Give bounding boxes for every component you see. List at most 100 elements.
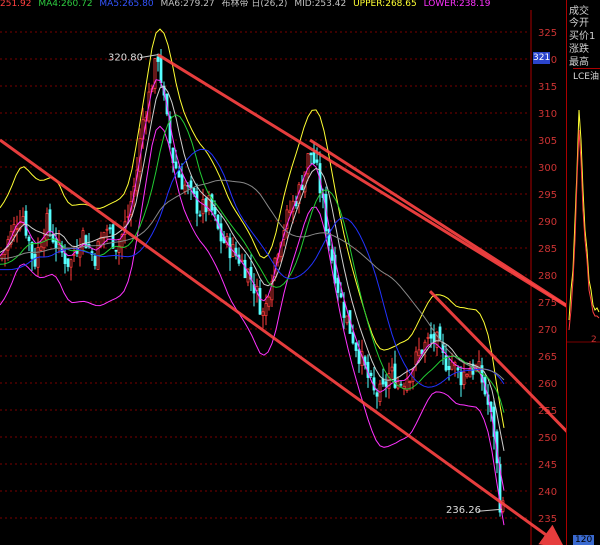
indicator-0: 251.92 bbox=[0, 0, 32, 9]
candle-body bbox=[267, 296, 271, 307]
candle-body bbox=[414, 351, 418, 365]
y-tick-label: 310 bbox=[538, 109, 557, 120]
annotation-high-label: 320.80 bbox=[108, 53, 143, 64]
candle-body bbox=[354, 342, 358, 351]
annotation-low-label: 236.26 bbox=[446, 505, 481, 516]
candle-body bbox=[342, 301, 346, 318]
candle-body bbox=[306, 153, 310, 175]
candle-body bbox=[189, 180, 193, 188]
candle-body bbox=[198, 214, 202, 217]
candle-body bbox=[447, 365, 451, 371]
candle-body bbox=[375, 392, 379, 397]
candle-body bbox=[69, 259, 73, 268]
candle-body bbox=[48, 209, 52, 232]
candle-body bbox=[351, 332, 355, 344]
candle-body bbox=[195, 191, 199, 214]
candle-body bbox=[159, 56, 163, 84]
y-tick-label: 305 bbox=[538, 136, 557, 147]
candle-body bbox=[384, 381, 388, 387]
candle-body bbox=[21, 216, 25, 223]
y-tick-label: 235 bbox=[538, 514, 557, 525]
candle-body bbox=[264, 303, 268, 317]
candle-body bbox=[369, 372, 373, 376]
candle-body bbox=[408, 381, 412, 383]
candle-body bbox=[183, 184, 187, 192]
candle-body bbox=[63, 252, 67, 265]
candle-body bbox=[339, 293, 343, 298]
candle-body bbox=[330, 249, 334, 261]
y-tick-label: 245 bbox=[538, 460, 557, 471]
y-tick-label: 285 bbox=[538, 244, 557, 255]
mini-chart-tick: 2 bbox=[591, 335, 597, 345]
indicator-mid: MID:253.42 bbox=[294, 0, 347, 9]
candle-body bbox=[450, 361, 454, 370]
candle-body bbox=[180, 174, 184, 190]
y-tick-label: 280 bbox=[538, 271, 557, 282]
candle-body bbox=[432, 333, 436, 343]
candle-body bbox=[201, 199, 205, 215]
quote-side-panel: 成交 今开 买价1 涨跌 最高 LCE油 2 120 bbox=[566, 0, 600, 545]
indicator-lower: LOWER:238.19 bbox=[423, 0, 491, 9]
candle-body bbox=[336, 277, 340, 293]
candle-body bbox=[93, 255, 97, 266]
candle-body bbox=[456, 367, 460, 371]
candle-body bbox=[114, 249, 118, 252]
ma4-line bbox=[0, 114, 505, 413]
y-tick-label: 295 bbox=[538, 190, 557, 201]
candle-body bbox=[111, 224, 115, 249]
y-tick-label: 325 bbox=[538, 28, 557, 39]
candle-body bbox=[399, 383, 403, 386]
candle-body bbox=[108, 227, 112, 230]
candle-body bbox=[45, 213, 49, 241]
y-tick-label: 250 bbox=[538, 433, 557, 444]
trend-line bbox=[428, 290, 593, 458]
candle-body bbox=[429, 334, 433, 339]
candle-body bbox=[312, 152, 316, 164]
candle-body bbox=[261, 311, 265, 316]
indicator-upper: UPPER:268.65 bbox=[353, 0, 417, 9]
last-price-badge: 321 bbox=[533, 52, 551, 64]
y-tick-label: 300 bbox=[538, 163, 557, 174]
candle-body bbox=[462, 371, 466, 385]
indicator-ma5: MA5:265.80 bbox=[99, 0, 154, 9]
candle-body bbox=[33, 253, 37, 267]
candle-body bbox=[30, 241, 34, 259]
candle-body bbox=[24, 210, 28, 236]
y-tick-label: 315 bbox=[538, 82, 557, 93]
candle-body bbox=[315, 159, 319, 163]
candle-body bbox=[177, 170, 181, 178]
annotation-leader bbox=[477, 508, 503, 512]
price-chart: 2352402452502552602652702752802852902953… bbox=[0, 10, 600, 545]
candle-body bbox=[42, 237, 46, 249]
candle-body bbox=[174, 161, 178, 169]
candle-body bbox=[27, 236, 31, 242]
y-tick-label: 260 bbox=[538, 379, 557, 390]
indicator-boll: 布林带 日(26,2) bbox=[221, 0, 288, 9]
y-tick-label: 240 bbox=[538, 487, 557, 498]
y-tick-label: 265 bbox=[538, 352, 557, 363]
candle-body bbox=[39, 246, 43, 251]
trend-line bbox=[0, 138, 565, 545]
candle-body bbox=[0, 254, 4, 259]
candle-body bbox=[426, 336, 430, 339]
boll-upper-line bbox=[0, 28, 505, 428]
y-tick-label: 270 bbox=[538, 325, 557, 336]
candle-body bbox=[258, 288, 262, 315]
candle-body bbox=[105, 228, 109, 231]
candle-body bbox=[390, 366, 394, 372]
candle-body bbox=[378, 383, 382, 402]
candle-body bbox=[459, 371, 463, 386]
indicator-ma4: MA4:260.72 bbox=[38, 0, 93, 9]
candle-body bbox=[15, 228, 19, 230]
ma-magenta-line bbox=[0, 79, 505, 491]
candle-body bbox=[465, 374, 469, 377]
candle-body bbox=[417, 349, 421, 357]
candle-body bbox=[288, 210, 292, 213]
side-label-high: 最高 bbox=[569, 57, 589, 68]
bottom-value-badge: 120 bbox=[573, 535, 595, 545]
mini-chart: 2 bbox=[567, 109, 600, 345]
candle-body bbox=[81, 230, 85, 244]
indicator-bar: 251.92 MA4:260.72 MA5:265.80 MA6:279.27 … bbox=[0, 0, 530, 10]
candle-body bbox=[75, 250, 79, 254]
candle-body bbox=[156, 56, 160, 62]
